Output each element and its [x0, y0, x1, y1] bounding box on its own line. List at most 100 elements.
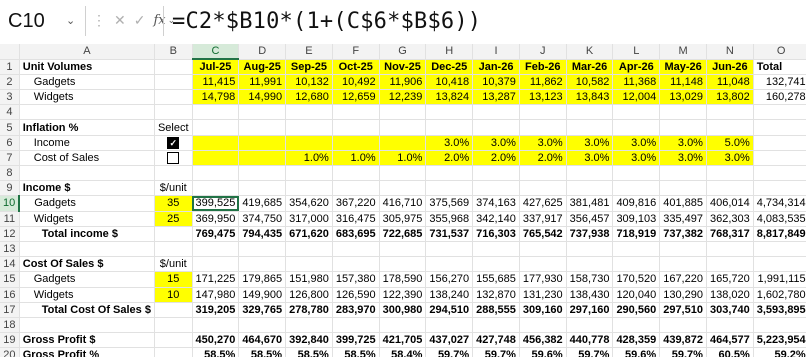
row-header[interactable]: 14	[0, 256, 20, 273]
cell-a[interactable]	[19, 104, 155, 121]
cell-k[interactable]: 381,481	[566, 195, 614, 212]
cell-h[interactable]: 375,569	[425, 195, 474, 212]
cell-e[interactable]: 354,620	[285, 195, 333, 212]
cell-n[interactable]	[706, 119, 754, 136]
cell-i[interactable]: 155,685	[472, 271, 520, 288]
checkbox-unchecked-icon[interactable]	[167, 151, 180, 164]
cell-l[interactable]	[612, 104, 661, 121]
cell-k[interactable]: 10,582	[566, 74, 614, 91]
cell-m[interactable]	[659, 241, 707, 258]
cell-c[interactable]: Jul-25	[192, 59, 240, 75]
cell-f[interactable]: 683,695	[332, 226, 380, 242]
cell-n[interactable]	[706, 317, 754, 334]
cell-j[interactable]: 131,230	[519, 287, 567, 303]
cell-o[interactable]	[753, 317, 806, 334]
cell-c[interactable]: 319,205	[192, 302, 240, 318]
row-header[interactable]: 4	[0, 104, 20, 121]
cell-b[interactable]	[154, 302, 193, 318]
cell-m[interactable]: 59.7%	[659, 347, 707, 357]
cell-f[interactable]	[332, 104, 380, 121]
cell-e[interactable]	[285, 104, 333, 121]
cell-b[interactable]: $/unit	[154, 256, 193, 273]
cell-c[interactable]: 369,950	[192, 211, 240, 227]
cell-c[interactable]	[192, 241, 240, 258]
cell-k[interactable]	[566, 180, 614, 197]
cell-l[interactable]	[612, 317, 661, 334]
cell-a[interactable]: Income $	[19, 180, 155, 197]
select-checkbox-cell[interactable]	[154, 150, 193, 167]
cell-h[interactable]	[425, 119, 474, 136]
cell-j[interactable]	[519, 180, 567, 197]
cell-d[interactable]: 329,765	[238, 302, 287, 318]
cell-i[interactable]: 132,870	[472, 287, 520, 303]
cell-n[interactable]	[706, 165, 754, 182]
cell-e[interactable]	[285, 119, 333, 136]
column-header-b[interactable]: B	[154, 44, 193, 60]
cell-k[interactable]: 3.0%	[566, 150, 614, 167]
cell-l[interactable]: 718,919	[612, 226, 661, 242]
cell-m[interactable]: 13,029	[659, 89, 707, 106]
row-header[interactable]: 10	[0, 195, 21, 212]
cell-b[interactable]	[154, 59, 193, 75]
cell-c[interactable]: 11,415	[192, 74, 240, 91]
cell-g[interactable]	[379, 165, 427, 182]
cell-j[interactable]	[519, 256, 567, 273]
cell-d[interactable]	[238, 180, 287, 197]
cell-i[interactable]: 342,140	[472, 211, 520, 227]
more-options-icon[interactable]: ⋮	[92, 12, 106, 29]
cell-j[interactable]: Feb-26	[519, 59, 567, 75]
cell-i[interactable]: 374,163	[472, 195, 520, 212]
cell-f[interactable]: 157,380	[332, 271, 380, 288]
cell-k[interactable]: 440,778	[566, 332, 614, 349]
cell-m[interactable]: 11,148	[659, 74, 707, 91]
cell-f[interactable]: 1.0%	[332, 150, 380, 167]
row-header[interactable]: 1	[0, 59, 20, 75]
cell-c[interactable]: 14,798	[192, 89, 240, 106]
cell-n[interactable]: 11,048	[706, 74, 754, 91]
cell-i[interactable]	[472, 104, 520, 121]
cell-a[interactable]: Total Cost Of Sales $	[19, 302, 155, 318]
cell-f[interactable]: 283,970	[332, 302, 380, 318]
cell-a[interactable]: Unit Volumes	[19, 59, 155, 75]
cell-m[interactable]	[659, 165, 707, 182]
cell-c[interactable]	[192, 165, 240, 182]
cell-i[interactable]	[472, 317, 520, 334]
cell-a[interactable]: Gross Profit %	[19, 347, 155, 357]
cell-h[interactable]: 3.0%	[425, 135, 474, 151]
cell-b[interactable]	[154, 226, 193, 242]
cell-i[interactable]: 2.0%	[472, 150, 520, 167]
column-header-e[interactable]: E	[285, 44, 333, 60]
cell-j[interactable]: 11,862	[519, 74, 567, 91]
cell-f[interactable]	[332, 119, 380, 136]
cell-o[interactable]	[753, 135, 806, 151]
row-header[interactable]: 19	[0, 332, 20, 349]
cell-b[interactable]: Select	[154, 119, 193, 136]
row-header[interactable]: 6	[0, 135, 20, 151]
cell-f[interactable]: 367,220	[332, 195, 380, 212]
row-header[interactable]: 18	[0, 317, 20, 334]
cell-i[interactable]	[472, 180, 520, 197]
cell-n[interactable]: 303,740	[706, 302, 754, 318]
cell-d[interactable]: 374,750	[238, 211, 287, 227]
cell-a[interactable]: Cost Of Sales $	[19, 256, 155, 273]
row-header[interactable]: 7	[0, 150, 20, 167]
cell-g[interactable]	[379, 317, 427, 334]
column-header-k[interactable]: K	[566, 44, 614, 60]
cell-e[interactable]: 278,780	[285, 302, 333, 318]
cell-o[interactable]: 1,991,115	[753, 271, 806, 288]
cell-c[interactable]: 147,980	[192, 287, 240, 303]
cell-a[interactable]	[19, 317, 155, 334]
cell-i[interactable]: 13,287	[472, 89, 520, 106]
cell-c[interactable]	[192, 135, 240, 151]
row-header[interactable]: 8	[0, 165, 20, 182]
cell-b[interactable]	[154, 74, 193, 91]
cell-c[interactable]	[192, 119, 240, 136]
cell-e[interactable]	[285, 241, 333, 258]
cell-a[interactable]: Gross Profit $	[19, 332, 155, 349]
cell-d[interactable]	[238, 317, 287, 334]
cell-e[interactable]: 58.5%	[285, 347, 333, 357]
row-header[interactable]: 11	[0, 211, 20, 227]
cell-o[interactable]: 5,223,954	[753, 332, 806, 349]
cell-h[interactable]	[425, 165, 474, 182]
cell-j[interactable]	[519, 165, 567, 182]
